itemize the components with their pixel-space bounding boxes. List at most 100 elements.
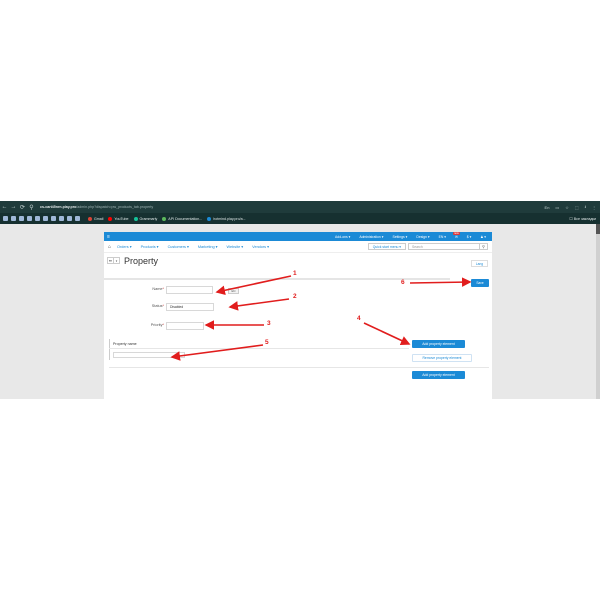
quick-start-menu[interactable]: Quick start menu ▾ [367, 243, 406, 250]
nav-website[interactable]: Website ▾ [227, 244, 244, 249]
page-scrollbar[interactable] [596, 224, 600, 399]
hotmind-icon [207, 216, 212, 221]
priority-label: Priority* [124, 323, 164, 327]
bookmark-label: Grammarly [139, 216, 158, 221]
top-navigation: ≡ Add-ons ▾ Administration ▾ Settings ▾ … [104, 231, 492, 241]
bookmark-square-icon[interactable] [27, 216, 32, 221]
url-path: /admin.php?dispatch=pw_products_tab.prop… [76, 205, 154, 209]
top-nav-menu: Add-ons ▾ Administration ▾ Settings ▾ De… [335, 231, 492, 239]
bookmark-hotmind[interactable]: hotmind.play.pro/a... [207, 216, 246, 221]
bookmark-square-icon[interactable] [11, 216, 16, 221]
nav-user[interactable]: ♟ ▾ [480, 235, 486, 239]
browser-toolbar-right: En ▭ ☆ ⬚ ⭳ ⋮ [545, 204, 600, 211]
translate-icon[interactable]: En [545, 205, 550, 210]
notifications[interactable]: new ✉ [452, 231, 460, 239]
nav-language[interactable]: EN ▾ [439, 235, 446, 239]
nav-customers[interactable]: Customers ▾ [168, 244, 189, 249]
bookmark-square-icon[interactable] [75, 216, 80, 221]
name-input[interactable] [166, 286, 213, 294]
api-docs-icon [162, 216, 167, 221]
reload-icon[interactable]: ⟳ [18, 204, 27, 211]
bookmark-square-icon[interactable] [35, 216, 40, 221]
search-icon[interactable]: ⚲ [480, 243, 488, 250]
chevron-down-icon[interactable]: ▾ [114, 257, 120, 264]
bookmark-square-icon[interactable] [19, 216, 24, 221]
bookmark-grammarly[interactable]: Grammarly [133, 216, 158, 221]
bookmark-youtube[interactable]: YouTube [108, 216, 129, 221]
more-icon[interactable]: ⋮ [592, 205, 596, 210]
new-badge: new [452, 231, 460, 235]
property-name-input[interactable] [113, 352, 185, 358]
bookmark-square-icon[interactable] [67, 216, 72, 221]
extensions-icon[interactable]: ⬚ [575, 205, 579, 210]
name-label-text: Name [152, 287, 163, 291]
annotation-number: 2 [293, 293, 297, 300]
nav-settings[interactable]: Settings ▾ [392, 235, 407, 239]
subnav-tools: Quick start menu ▾ Search ⚲ [367, 243, 492, 250]
table-edge [109, 339, 110, 360]
bookmark-square-icon[interactable] [59, 216, 64, 221]
address-bar[interactable]: cs-cart45nrn.play.pro/admin.php?dispatch… [40, 205, 153, 209]
annotation-number: 4 [357, 315, 361, 322]
divider [104, 278, 450, 280]
table-divider [109, 367, 489, 368]
all-bookmarks[interactable]: ☐ Все закладки [570, 217, 600, 221]
grammarly-icon [133, 216, 138, 221]
star-icon[interactable]: ☆ [565, 205, 569, 210]
gmail-icon [88, 216, 92, 221]
back-arrow-icon[interactable]: ← [0, 204, 9, 210]
status-label-text: Status [151, 304, 163, 308]
secondary-navigation: ⌂ Orders ▾ Products ▾ Customers ▾ Market… [104, 241, 492, 253]
browser-url-bar: ← → ⟳ ⚲ cs-cart45nrn.play.pro/admin.php?… [0, 201, 600, 213]
screenshot-frame: ← → ⟳ ⚲ cs-cart45nrn.play.pro/admin.php?… [0, 201, 600, 399]
bookmark-square-icon[interactable] [51, 216, 56, 221]
nav-vendors[interactable]: Vendors ▾ [252, 244, 269, 249]
bookmark-square-icon[interactable] [3, 216, 8, 221]
home-icon[interactable]: ⌂ [108, 244, 111, 250]
back-button[interactable]: ⇚ [107, 257, 114, 264]
status-select[interactable]: Disabled [166, 303, 214, 311]
remove-property-element-button[interactable]: Remove property element [412, 354, 472, 362]
nav-design[interactable]: Design ▾ [416, 235, 429, 239]
search-input[interactable]: Search [408, 243, 480, 250]
site-info-icon[interactable]: ⚲ [27, 204, 36, 211]
save-button[interactable]: Save [471, 279, 489, 287]
forward-arrow-icon[interactable]: → [9, 204, 18, 210]
nav-addons[interactable]: Add-ons ▾ [335, 235, 350, 239]
bookmark-label: hotmind.play.pro/a... [213, 216, 246, 221]
status-label: Status* [124, 304, 164, 308]
url-host: cs-cart45nrn.play.pro [40, 205, 77, 209]
bookmark-label: YouTube [114, 216, 129, 221]
bookmark-square-icon[interactable] [43, 216, 48, 221]
hamburger-menu-icon[interactable]: ≡ [107, 234, 110, 240]
bookmark-api-docs[interactable]: API Documentation... [162, 216, 202, 221]
required-mark: * [162, 304, 164, 308]
bookmark-label: Gmail [94, 216, 104, 221]
add-property-element-button-bottom[interactable]: Add property element [412, 371, 465, 379]
nav-marketing[interactable]: Marketing ▾ [198, 244, 218, 249]
nav-currency[interactable]: $ ▾ [467, 235, 472, 239]
download-icon[interactable]: ⭳ [585, 204, 586, 211]
lang-tab[interactable]: Lang [470, 260, 488, 267]
table-divider [109, 348, 409, 349]
language-tag[interactable]: EN [228, 288, 239, 294]
annotation-number: 6 [401, 279, 405, 286]
required-mark: * [162, 323, 164, 327]
nav-products[interactable]: Products ▾ [141, 244, 159, 249]
page-scrollbar-thumb[interactable] [596, 224, 600, 234]
annotation-number: 5 [265, 339, 269, 346]
bookmarks-bar: Gmail YouTube Grammarly API Documentatio… [0, 213, 600, 224]
nav-administration[interactable]: Administration ▾ [359, 235, 383, 239]
add-property-element-button[interactable]: Add property element [412, 340, 465, 348]
nav-orders[interactable]: Orders ▾ [117, 244, 132, 249]
property-name-header: Property name [113, 342, 137, 346]
priority-input[interactable] [166, 322, 204, 330]
admin-panel: ≡ Add-ons ▾ Administration ▾ Settings ▾ … [104, 231, 492, 399]
tab-icon[interactable]: ▭ [555, 205, 559, 210]
annotation-number: 1 [293, 270, 297, 277]
annotation-number: 3 [267, 320, 271, 327]
youtube-icon [108, 216, 113, 221]
name-label: Name* [124, 287, 164, 291]
priority-label-text: Priority [150, 323, 163, 327]
bookmark-gmail[interactable]: Gmail [88, 216, 104, 221]
